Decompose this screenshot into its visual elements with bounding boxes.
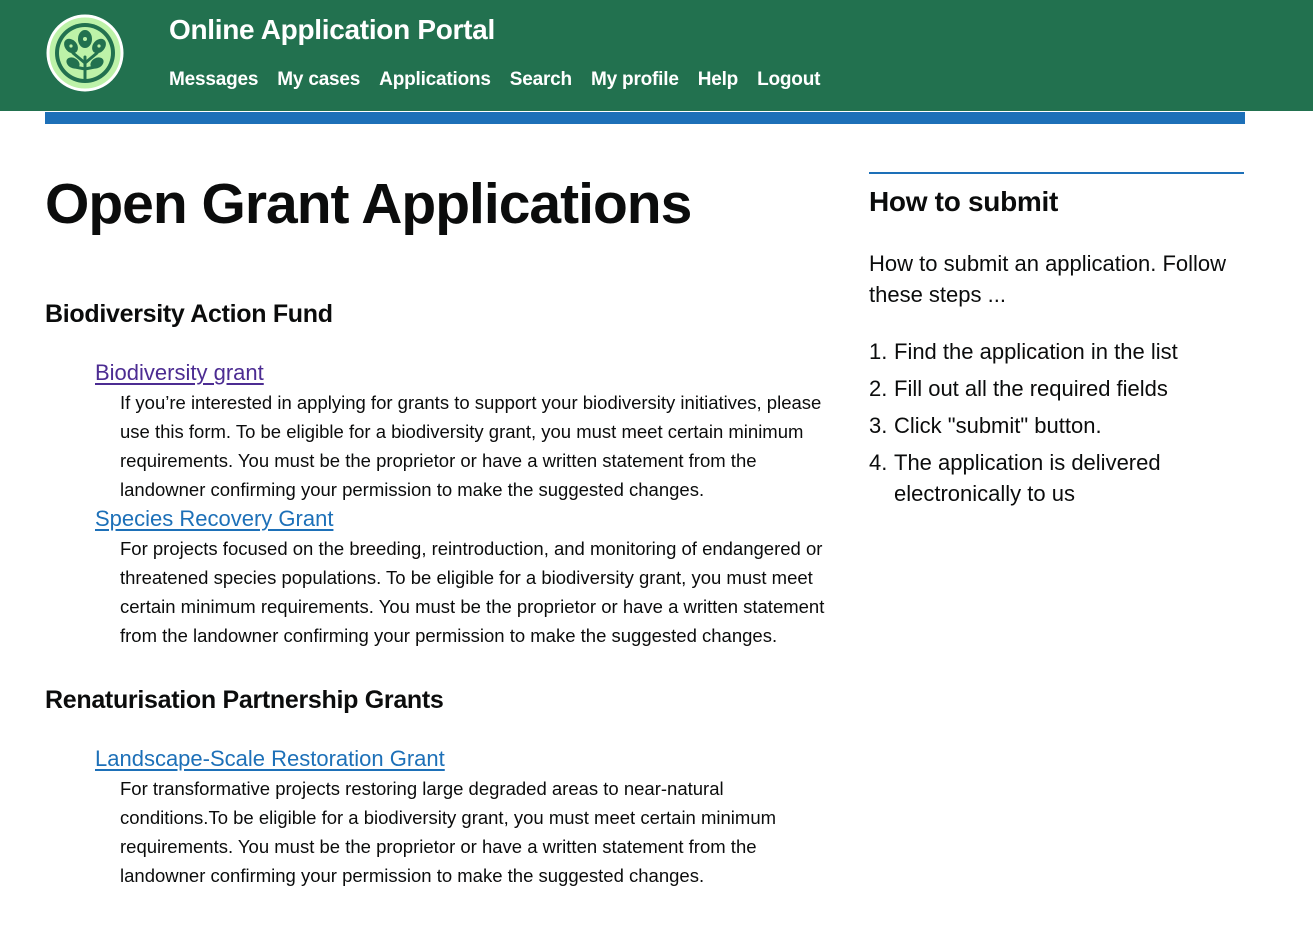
grant-item: Biodiversity grant If you’re interested … <box>95 358 825 504</box>
grant-list: Biodiversity grant If you’re interested … <box>95 358 825 650</box>
header-accent-bar <box>45 112 1245 124</box>
step-text: Find the application in the list <box>894 339 1178 364</box>
step-text: The application is delivered electronica… <box>894 450 1161 506</box>
nav-my-profile[interactable]: My profile <box>591 69 679 91</box>
step-number: 4. <box>869 450 888 475</box>
sidebar-title: How to submit <box>869 186 1058 217</box>
nav-search[interactable]: Search <box>510 69 572 91</box>
main-content: Open Grant Applications Biodiversity Act… <box>45 168 825 890</box>
nav-my-cases[interactable]: My cases <box>277 69 360 91</box>
main-nav: Messages My cases Applications Search My… <box>169 69 839 91</box>
grant-list: Landscape-Scale Restoration Grant For tr… <box>95 744 825 890</box>
how-to-submit-sidebar: How to submit How to submit an applicati… <box>869 172 1244 515</box>
tree-leaves-icon[interactable] <box>45 13 125 93</box>
nav-help[interactable]: Help <box>698 69 739 91</box>
grant-section-biodiversity: Biodiversity Action Fund Biodiversity gr… <box>45 298 825 650</box>
step-item: 1. Find the application in the list <box>869 336 1244 367</box>
step-item: 4. The application is delivered electroni… <box>869 447 1244 509</box>
section-title: Biodiversity Action Fund <box>45 300 333 328</box>
page-title: Open Grant Applications <box>45 172 692 236</box>
sidebar-intro: How to submit an application. Follow the… <box>869 251 1227 307</box>
step-item: 2. Fill out all the required fields <box>869 373 1244 404</box>
step-number: 3. <box>869 413 888 438</box>
step-text: Fill out all the required fields <box>894 376 1168 401</box>
nav-logout[interactable]: Logout <box>757 69 820 91</box>
grant-item: Species Recovery Grant For projects focu… <box>95 504 825 650</box>
grant-description: For projects focused on the breeding, re… <box>120 538 825 646</box>
step-number: 1. <box>869 339 888 364</box>
step-number: 2. <box>869 376 888 401</box>
site-header: Online Application Portal Messages My ca… <box>0 0 1313 111</box>
nav-messages[interactable]: Messages <box>169 69 258 91</box>
grant-description: If you’re interested in applying for gra… <box>120 392 822 500</box>
step-text: Click "submit" button. <box>894 413 1102 438</box>
grant-item: Landscape-Scale Restoration Grant For tr… <box>95 744 825 890</box>
grant-description: For transformative projects restoring la… <box>120 778 777 886</box>
section-title: Renaturisation Partnership Grants <box>45 686 444 714</box>
grant-section-renaturisation: Renaturisation Partnership Grants Landsc… <box>45 684 825 890</box>
nav-applications[interactable]: Applications <box>379 69 491 91</box>
grant-link-landscape-restoration[interactable]: Landscape-Scale Restoration Grant <box>95 744 445 774</box>
grant-link-biodiversity[interactable]: Biodiversity grant <box>95 358 264 388</box>
app-title: Online Application Portal <box>169 14 495 45</box>
step-item: 3. Click "submit" button. <box>869 410 1244 441</box>
grant-link-species-recovery[interactable]: Species Recovery Grant <box>95 504 333 534</box>
steps-list: 1. Find the application in the list 2. Fil… <box>869 336 1244 509</box>
